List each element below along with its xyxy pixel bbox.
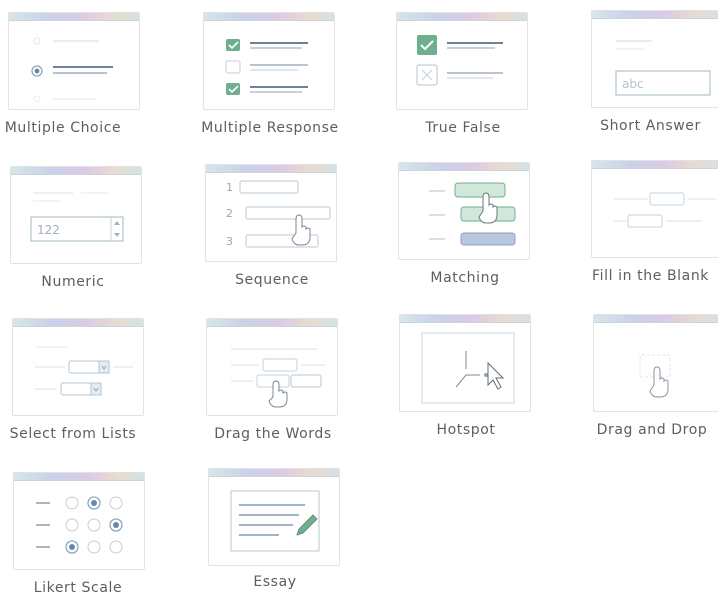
question-type-hotspot[interactable]: Hotspot (391, 314, 541, 454)
question-type-label: Sequence (235, 272, 309, 288)
question-type-drag-the-words[interactable]: Drag the Words (198, 318, 348, 458)
thumbnail: 122 (10, 166, 142, 264)
short-answer-value: abc (622, 77, 644, 91)
question-type-label: Select from Lists (9, 426, 137, 442)
question-type-label: Drag and Drop (596, 422, 708, 438)
question-type-multiple-response[interactable]: Multiple Response (195, 12, 345, 152)
thumbnail (398, 162, 530, 260)
question-type-essay[interactable]: Essay (200, 468, 350, 594)
question-type-label: Drag the Words (214, 426, 332, 442)
thumbnail (8, 12, 140, 110)
question-type-likert-scale[interactable]: Likert Scale (5, 472, 155, 594)
select-from-lists-icon (35, 346, 133, 396)
question-type-drag-and-drop[interactable]: Drag and Drop (585, 314, 718, 454)
multiple-response-icon (225, 39, 308, 95)
short-answer-icon: abc (615, 40, 711, 96)
question-type-multiple-choice[interactable]: Multiple Choice (0, 12, 150, 152)
thumbnail: 1 2 3 (205, 164, 337, 262)
question-type-label: Numeric (41, 274, 105, 290)
question-type-label: Multiple Response (201, 120, 339, 136)
question-type-sequence[interactable]: 1 2 3 Sequence (197, 164, 347, 304)
question-type-label: Likert Scale (33, 580, 123, 594)
question-type-label: Matching (430, 270, 500, 286)
question-type-short-answer[interactable]: abc Short Answer (583, 10, 718, 150)
likert-scale-icon (36, 496, 123, 554)
thumbnail (593, 314, 718, 412)
multiple-choice-icon (31, 37, 113, 103)
question-type-fill-in-the-blank[interactable]: Fill in the Blank (583, 160, 718, 300)
question-type-matching[interactable]: Matching (390, 162, 540, 302)
question-type-label: Fill in the Blank (591, 268, 710, 284)
matching-icon (429, 182, 516, 246)
hotspot-icon (421, 332, 515, 404)
question-type-label: Short Answer (600, 118, 701, 134)
numeric-value: 122 (37, 223, 60, 237)
sequence-number: 1 (226, 181, 233, 194)
thumbnail (13, 472, 145, 570)
thumbnail (12, 318, 144, 416)
question-type-label: True False (425, 120, 501, 136)
thumbnail (203, 12, 335, 110)
fill-in-the-blank-icon (614, 192, 716, 228)
sequence-icon: 1 2 3 (226, 180, 331, 248)
drag-the-words-icon (231, 348, 325, 408)
sequence-number: 3 (226, 235, 233, 248)
question-type-label: Essay (253, 574, 297, 590)
thumbnail: abc (591, 10, 718, 108)
thumbnail (591, 160, 718, 258)
question-type-select-from-lists[interactable]: Select from Lists (4, 318, 154, 458)
thumbnail (208, 468, 340, 566)
drag-and-drop-icon (639, 354, 671, 398)
thumbnail (396, 12, 528, 110)
essay-icon (230, 490, 320, 552)
sequence-number: 2 (226, 207, 233, 220)
true-false-icon (416, 35, 503, 86)
numeric-icon: 122 (30, 192, 124, 242)
thumbnail (206, 318, 338, 416)
thumbnail (399, 314, 531, 412)
question-type-true-false[interactable]: True False (388, 12, 538, 152)
question-type-label: Hotspot (436, 422, 496, 438)
question-type-numeric[interactable]: 122 Numeric (2, 166, 152, 306)
question-type-label: Multiple Choice (4, 120, 122, 136)
